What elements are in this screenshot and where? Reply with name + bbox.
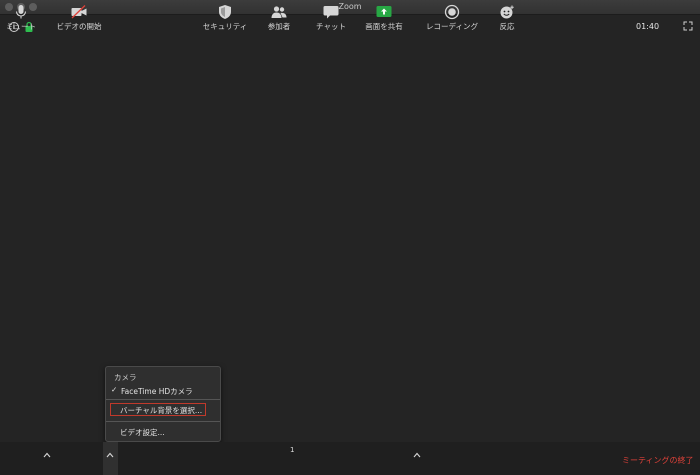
participants-label: 参加者 [267,22,291,31]
share-screen-label: 画面を共有 [365,22,403,31]
menu-divider [106,421,220,422]
check-icon: ✓ [111,385,118,394]
audio-options-caret-icon[interactable] [43,452,51,458]
menu-section-camera: カメラ [114,373,137,382]
record-icon [444,4,460,20]
end-meeting-button[interactable]: ミーティングの終了 [622,455,694,466]
share-options-caret-icon[interactable] [413,452,421,458]
title-bar: Zoom [0,0,700,15]
participants-icon [271,6,287,18]
chat-label: チャット [316,22,346,31]
reaction-emoji-icon [500,5,514,19]
participants-count-badge: 1 [290,446,295,454]
chat-icon [323,6,339,19]
menu-divider [106,399,220,400]
highlight-annotation [110,403,206,416]
meeting-timer: 01:40 [636,22,660,31]
video-off-icon [71,5,87,19]
video-options-caret-icon [106,452,114,458]
participants-button[interactable]: 参加者 [264,0,294,33]
chat-button[interactable]: チャット [314,0,348,33]
menu-item-facetime-camera[interactable]: FaceTime HDカメラ [121,386,193,397]
reactions-button[interactable]: 反応 [496,0,518,33]
microphone-icon [15,5,27,19]
recording-label: レコーディング [426,22,478,31]
start-video-button[interactable]: ビデオの開始 [56,0,102,33]
shield-icon [219,5,231,19]
mute-button[interactable]: ミュート [4,0,38,33]
video-options-caret-button[interactable] [103,442,118,475]
fullscreen-icon[interactable] [683,21,693,31]
security-button[interactable]: セキュリティ [200,0,250,33]
start-video-label: ビデオの開始 [56,22,102,31]
menu-item-video-settings[interactable]: ビデオ設定... [120,427,165,438]
share-screen-button[interactable]: 画面を共有 [362,0,406,33]
reactions-label: 反応 [499,22,515,31]
mute-label: ミュート [6,22,36,31]
window-title: Zoom [338,2,362,11]
recording-button[interactable]: レコーディング [424,0,480,33]
security-label: セキュリティ [202,22,248,31]
share-screen-icon [376,6,392,17]
